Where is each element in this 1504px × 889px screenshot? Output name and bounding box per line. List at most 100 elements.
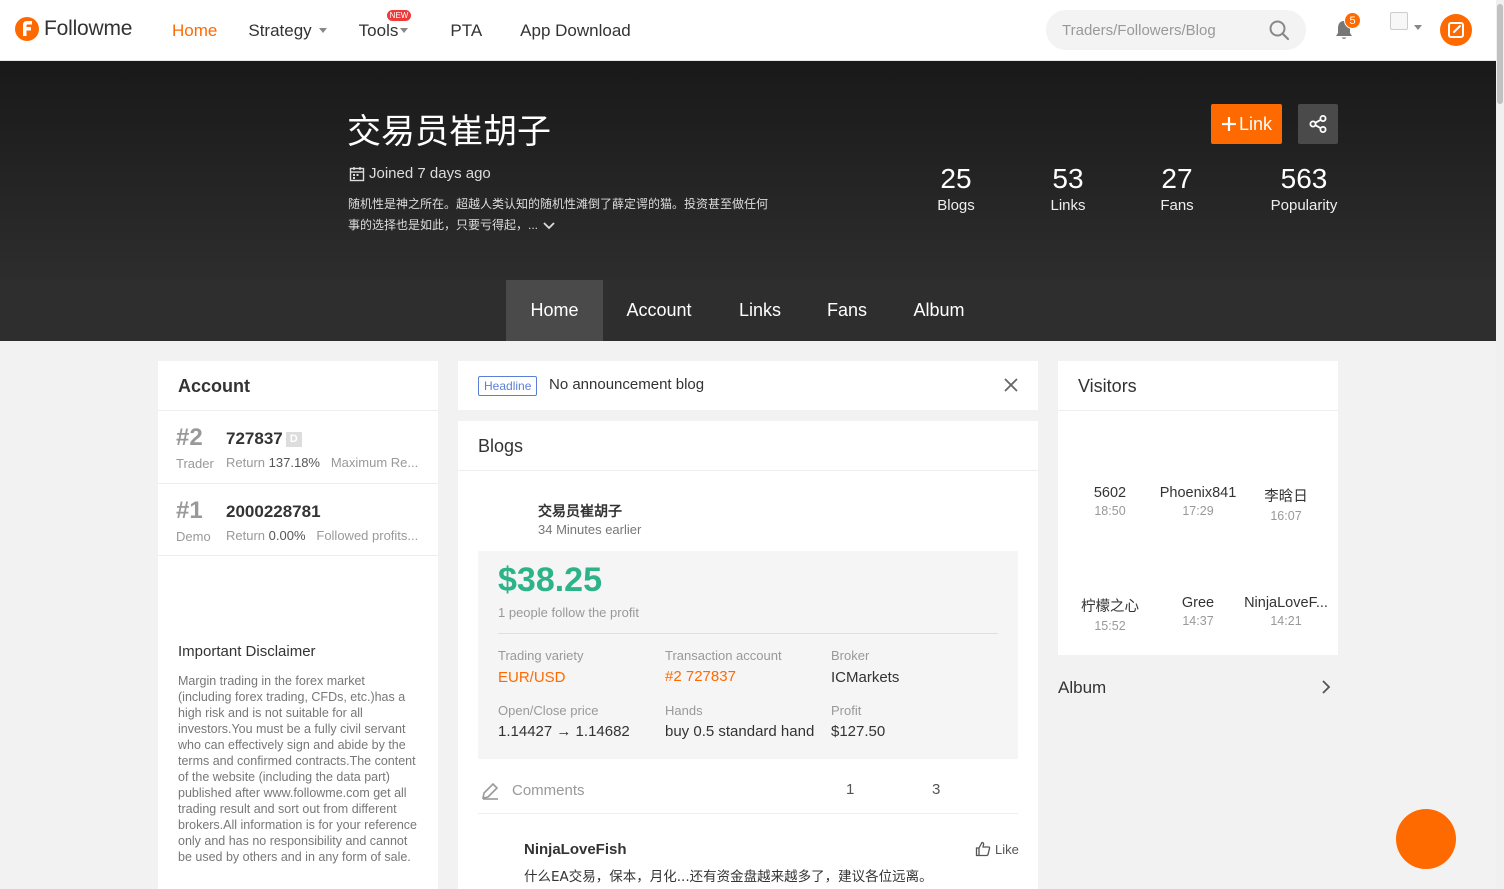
profile-tabs: Home Account Links Fans Album bbox=[0, 280, 1496, 341]
write-blog-button[interactable] bbox=[1440, 14, 1472, 46]
stat-links[interactable]: 53 Links bbox=[1038, 163, 1098, 214]
nav-app-download[interactable]: App Download bbox=[520, 0, 631, 61]
notification-count-badge: 5 bbox=[1344, 12, 1361, 29]
album-section-header[interactable]: Album bbox=[1058, 675, 1338, 701]
trading-variety-value[interactable]: EUR/USD bbox=[498, 669, 566, 686]
nav-home[interactable]: Home bbox=[172, 0, 217, 61]
return-label: Return bbox=[226, 455, 266, 470]
account-id-text: 727837 bbox=[226, 429, 283, 448]
comment-username[interactable]: NinjaLoveFish bbox=[524, 841, 627, 858]
headline-text: No announcement blog bbox=[549, 376, 705, 393]
account-row[interactable]: #2 Trader 727837 D Return 137.18% Maximum… bbox=[158, 410, 438, 483]
visitor-name: Phoenix841 bbox=[1159, 485, 1237, 501]
stat-popularity[interactable]: 563 Popularity bbox=[1264, 163, 1344, 214]
nav-strategy-label: Strategy bbox=[248, 20, 312, 40]
visitor-time: 17:29 bbox=[1182, 504, 1214, 518]
divider bbox=[1058, 410, 1338, 411]
visitor-item[interactable]: 5602 18:50 bbox=[1066, 485, 1154, 518]
stat-fans-value: 27 bbox=[1161, 163, 1193, 194]
account-row[interactable]: #1 Demo 2000228781 Return 0.00% Followed… bbox=[158, 483, 438, 556]
return-value: 0.00% bbox=[268, 528, 306, 543]
stat-blogs-value: 25 bbox=[940, 163, 972, 194]
floating-action-button[interactable] bbox=[1396, 809, 1456, 869]
visitor-time: 15:52 bbox=[1094, 619, 1126, 633]
stat-popularity-label: Popularity bbox=[1270, 197, 1338, 214]
blogs-title: Blogs bbox=[478, 436, 524, 456]
return-label: Return bbox=[226, 528, 266, 543]
nav-pta[interactable]: PTA bbox=[450, 0, 482, 61]
profit-amount: $38.25 bbox=[498, 561, 602, 599]
account-id: 2000228781 bbox=[226, 502, 321, 521]
tab-account[interactable]: Account bbox=[614, 280, 704, 341]
tab-home[interactable]: Home bbox=[506, 280, 603, 341]
search-icon[interactable] bbox=[1268, 19, 1290, 41]
profit-label: Profit bbox=[831, 703, 862, 718]
nav-tools[interactable]: Tools NEW bbox=[359, 0, 412, 61]
followme-logo-icon bbox=[15, 17, 39, 41]
scrollbar-thumb[interactable] bbox=[1497, 4, 1503, 104]
transaction-account-value[interactable]: #2 727837 bbox=[665, 668, 736, 685]
account-id: 727837 D bbox=[226, 429, 302, 449]
visitor-item[interactable]: Gree 14:37 bbox=[1154, 595, 1242, 628]
stat-blogs-label: Blogs bbox=[937, 197, 975, 214]
visitors-panel: Visitors 5602 18:50 Phoenix841 17:29 李晗日… bbox=[1058, 361, 1338, 655]
post-author[interactable]: 交易员崔胡子 bbox=[538, 501, 622, 521]
comments-label[interactable]: Comments bbox=[512, 782, 585, 799]
search-input[interactable] bbox=[1046, 21, 1256, 39]
visitor-item[interactable]: Phoenix841 17:29 bbox=[1154, 485, 1242, 518]
trade-share-card[interactable]: $38.25 1 people follow the profit Tradin… bbox=[478, 551, 1018, 759]
broker-label: Broker bbox=[831, 648, 870, 663]
chevron-down-icon[interactable] bbox=[542, 221, 556, 231]
chevron-right-icon[interactable] bbox=[1320, 679, 1332, 695]
visitor-time: 14:21 bbox=[1270, 614, 1302, 628]
profile-bio: 随机性是神之所在。超越人类认知的随机性滩倒了薛定谔的猫。投资甚至做任何 事的选择… bbox=[348, 194, 778, 236]
disclaimer-title: Important Disclaimer bbox=[178, 643, 316, 660]
stat-links-value: 53 bbox=[1052, 163, 1084, 194]
share-button[interactable] bbox=[1298, 104, 1338, 144]
divider bbox=[458, 470, 1038, 471]
profile-name: 交易员崔胡子 bbox=[347, 112, 551, 152]
extra-metric: Maximum Re... bbox=[330, 455, 419, 470]
tab-album[interactable]: Album bbox=[900, 280, 978, 341]
like-label: Like bbox=[995, 841, 1019, 857]
pencil-icon[interactable] bbox=[480, 781, 500, 801]
link-button[interactable]: Link bbox=[1211, 104, 1282, 144]
visitor-time: 18:50 bbox=[1094, 504, 1126, 518]
close-icon[interactable] bbox=[1004, 378, 1018, 392]
account-panel: Account #2 Trader 727837 D Return 137.18%… bbox=[158, 361, 438, 889]
link-button-label: Link bbox=[1238, 113, 1273, 134]
comment-count[interactable]: 1 bbox=[846, 781, 854, 798]
account-rank: #2 bbox=[176, 424, 203, 451]
visitor-name: 李晗日 bbox=[1264, 489, 1308, 505]
followme-logo[interactable]: Followme bbox=[14, 14, 132, 44]
nav-strategy[interactable]: Strategy bbox=[248, 0, 327, 61]
stat-links-label: Links bbox=[1050, 197, 1086, 214]
tab-fans[interactable]: Fans bbox=[815, 280, 879, 341]
joined-text: Joined 7 days ago bbox=[369, 165, 491, 182]
avatar bbox=[1390, 12, 1408, 30]
visitor-item[interactable]: NinjaLoveF... 14:21 bbox=[1242, 595, 1330, 628]
comment-text: 什么EA交易，保本，月化...还有资金盘越来越多了，建议各位远离。 bbox=[524, 869, 933, 885]
like-button[interactable]: Like bbox=[975, 841, 1019, 857]
visitor-item[interactable]: 柠檬之心 15:52 bbox=[1066, 595, 1154, 633]
stat-popularity-value: 563 bbox=[1280, 163, 1328, 194]
visitor-item[interactable]: 李晗日 16:07 bbox=[1242, 485, 1330, 523]
broker-value: ICMarkets bbox=[831, 669, 900, 686]
page-scrollbar[interactable] bbox=[1496, 0, 1504, 889]
main-nav: Home Strategy Tools NEW PTA App Download bbox=[172, 0, 631, 61]
visitor-time: 16:07 bbox=[1270, 509, 1302, 523]
stat-fans[interactable]: 27 Fans bbox=[1147, 163, 1207, 214]
hands-label: Hands bbox=[665, 703, 703, 718]
profit-value: $127.50 bbox=[831, 723, 886, 740]
account-rank: #1 bbox=[176, 497, 203, 524]
post-actions-row: Comments 1 3 bbox=[478, 769, 1018, 814]
user-menu[interactable] bbox=[1390, 12, 1422, 30]
chevron-down-icon bbox=[318, 28, 327, 33]
demo-tag: D bbox=[285, 432, 302, 448]
share-icon bbox=[1309, 115, 1327, 133]
stat-blogs[interactable]: 25 Blogs bbox=[926, 163, 986, 214]
like-count[interactable]: 3 bbox=[932, 781, 940, 798]
brand-name: Followme bbox=[44, 17, 133, 40]
nav-app-download-label: App Download bbox=[520, 20, 631, 40]
tab-links[interactable]: Links bbox=[725, 280, 795, 341]
